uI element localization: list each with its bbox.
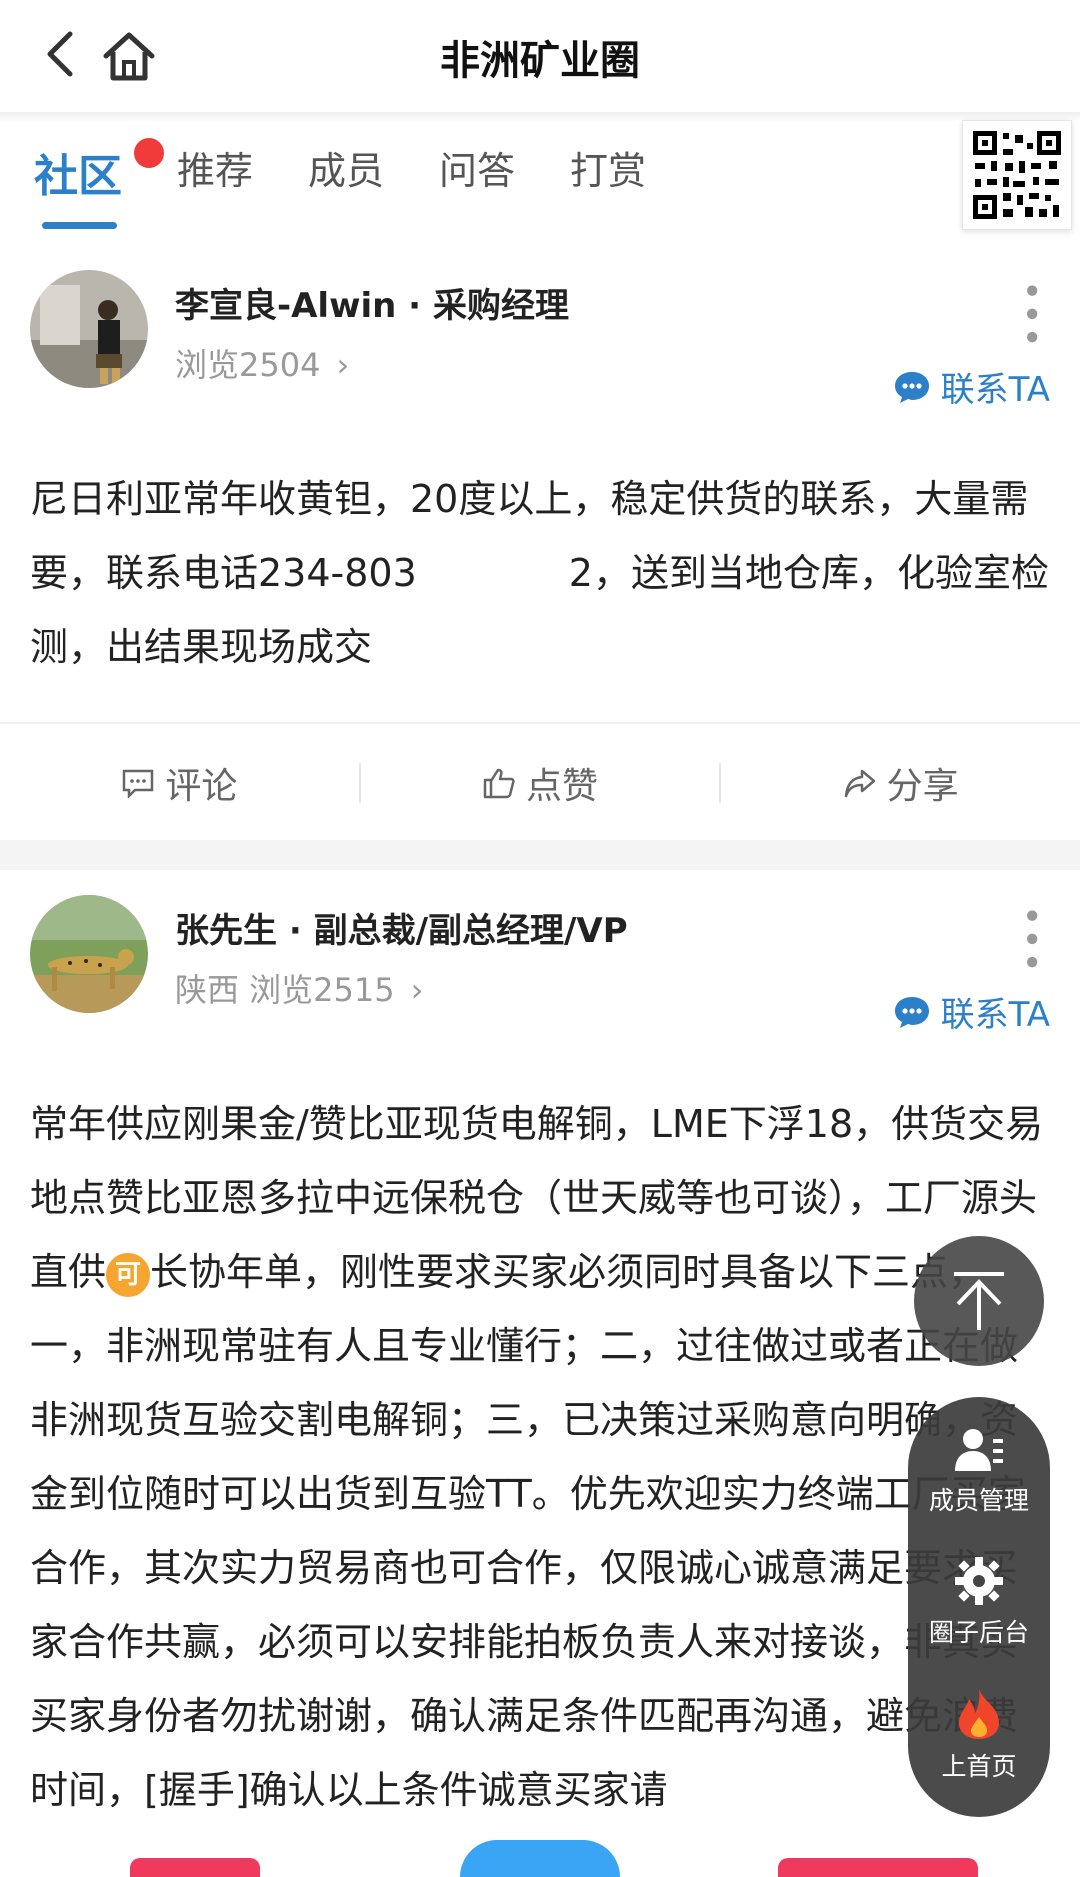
- notification-dot: [134, 138, 164, 168]
- author-name[interactable]: 李宣良-Alwin · 采购经理: [175, 278, 569, 327]
- like-button[interactable]: 点赞: [361, 757, 720, 809]
- tab-qa[interactable]: 问答: [439, 140, 515, 195]
- avatar[interactable]: [30, 895, 148, 1013]
- share-icon: [844, 769, 875, 798]
- contact-button[interactable]: 联系TA: [893, 362, 1050, 411]
- avatar[interactable]: [30, 270, 148, 388]
- like-label: 点赞: [526, 766, 599, 807]
- user-manage-icon: [955, 1429, 1003, 1471]
- bottom-center-button[interactable]: [460, 1840, 620, 1877]
- page-title: 非洲矿业圈: [440, 38, 640, 84]
- bottom-badge-right[interactable]: [778, 1858, 978, 1877]
- scroll-to-top-button[interactable]: [914, 1236, 1044, 1366]
- comment-label: 评论: [165, 766, 238, 807]
- author-name[interactable]: 张先生 · 副总裁/副总经理/VP: [175, 903, 628, 952]
- tab-community[interactable]: 社区: [34, 140, 122, 229]
- post-meta[interactable]: 陕西 浏览2515 ›: [175, 965, 423, 1011]
- tab-recommend[interactable]: 推荐: [177, 140, 253, 195]
- fire-icon: [959, 1689, 999, 1739]
- qr-code-icon[interactable]: [962, 120, 1072, 230]
- bottom-badge-left[interactable]: [130, 1858, 260, 1877]
- chevron-right-icon: ›: [410, 971, 424, 1009]
- member-manage-button[interactable]: 成员管理: [908, 1427, 1050, 1517]
- gear-icon: [955, 1557, 1003, 1605]
- share-button[interactable]: 分享: [721, 757, 1080, 809]
- chevron-right-icon: ›: [336, 346, 350, 384]
- top-bar: 非洲矿业圈: [0, 0, 1080, 112]
- comment-icon: [123, 769, 154, 798]
- tab-members[interactable]: 成员: [308, 140, 384, 195]
- contact-label: 联系TA: [940, 370, 1050, 410]
- post-card: 李宣良-Alwin · 采购经理 浏览2504 › ••• 联系TA 尼日利亚常年…: [0, 250, 1080, 840]
- post-actions: 评论 点赞 分享: [0, 722, 1080, 842]
- arrow-up-icon: [954, 1272, 1004, 1330]
- to-homepage-label: 上首页: [941, 1752, 1017, 1781]
- floating-side-panel: 成员管理 圈子后台 上首页: [908, 1397, 1050, 1817]
- comment-button[interactable]: 评论: [0, 757, 359, 809]
- member-manage-label: 成员管理: [928, 1486, 1029, 1515]
- location-and-views: 陕西 浏览2515: [175, 971, 395, 1009]
- content-text: 长协年单，刚性要求买家必须同时具备以下三点，一，非洲现常驻有人且专业懂行；二，过…: [30, 1250, 1026, 1812]
- tab-reward[interactable]: 打赏: [570, 140, 646, 195]
- circle-admin-label: 圈子后台: [928, 1618, 1029, 1647]
- thumbs-up-icon: [483, 768, 515, 799]
- more-options-icon[interactable]: •••: [1010, 905, 1051, 975]
- contact-button[interactable]: 联系TA: [893, 987, 1050, 1036]
- chat-bubble-icon: [894, 996, 929, 1028]
- more-options-icon[interactable]: •••: [1010, 280, 1051, 350]
- chat-bubble-icon: [894, 371, 929, 403]
- post-meta[interactable]: 浏览2504 ›: [175, 340, 349, 386]
- contact-label: 联系TA: [940, 995, 1050, 1035]
- header-divider: [0, 112, 1080, 122]
- coin-badge: 可: [106, 1252, 151, 1297]
- post-content[interactable]: 常年供应刚果金/赞比亚现货电解铜，LME下浮18，供货交易地点赞比亚恩多拉中远保…: [30, 1087, 1050, 1827]
- circle-admin-button[interactable]: 圈子后台: [908, 1555, 1050, 1649]
- share-label: 分享: [886, 766, 959, 807]
- view-count: 浏览2504: [175, 346, 321, 384]
- to-homepage-button[interactable]: 上首页: [908, 1687, 1050, 1783]
- section-gap: [0, 840, 1080, 870]
- post-content[interactable]: 尼日利亚常年收黄钽，20度以上，稳定供货的联系，大量需要，联系电话234-803…: [30, 462, 1050, 684]
